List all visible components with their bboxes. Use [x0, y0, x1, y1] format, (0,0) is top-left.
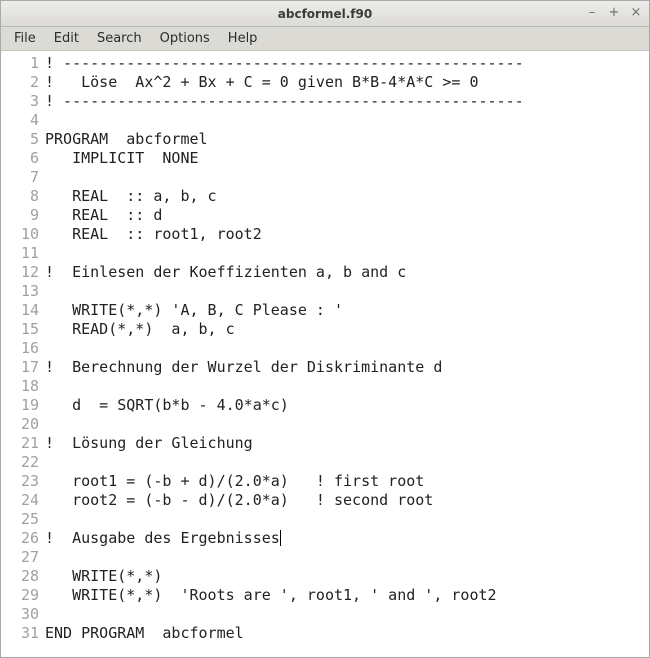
- line-number: 29: [1, 586, 39, 605]
- code-line[interactable]: [45, 111, 524, 130]
- menubar: File Edit Search Options Help: [1, 27, 649, 51]
- menu-search[interactable]: Search: [88, 28, 151, 49]
- line-number: 7: [1, 168, 39, 187]
- line-number: 18: [1, 377, 39, 396]
- minimize-icon[interactable]: –: [585, 5, 599, 19]
- line-number: 6: [1, 149, 39, 168]
- code-line[interactable]: [45, 548, 524, 567]
- code-line[interactable]: ! --------------------------------------…: [45, 54, 524, 73]
- code-line[interactable]: [45, 415, 524, 434]
- line-number: 19: [1, 396, 39, 415]
- maximize-icon[interactable]: +: [607, 5, 621, 19]
- line-number: 12: [1, 263, 39, 282]
- line-number: 14: [1, 301, 39, 320]
- code-line[interactable]: [45, 377, 524, 396]
- code-line[interactable]: REAL :: root1, root2: [45, 225, 524, 244]
- app-window: abcformel.f90 – + × File Edit Search Opt…: [0, 0, 650, 658]
- line-number: 24: [1, 491, 39, 510]
- code-line[interactable]: [45, 453, 524, 472]
- code-line[interactable]: ! Einlesen der Koeffizienten a, b and c: [45, 263, 524, 282]
- line-number: 5: [1, 130, 39, 149]
- code-line[interactable]: root2 = (-b - d)/(2.0*a) ! second root: [45, 491, 524, 510]
- line-number: 28: [1, 567, 39, 586]
- code-line[interactable]: [45, 244, 524, 263]
- line-number: 21: [1, 434, 39, 453]
- menu-options[interactable]: Options: [151, 28, 219, 49]
- code-line[interactable]: IMPLICIT NONE: [45, 149, 524, 168]
- line-number: 10: [1, 225, 39, 244]
- code-line[interactable]: REAL :: d: [45, 206, 524, 225]
- line-number-gutter: 1234567891011121314151617181920212223242…: [1, 54, 43, 657]
- line-number: 27: [1, 548, 39, 567]
- code-line[interactable]: ! Berechnung der Wurzel der Diskriminant…: [45, 358, 524, 377]
- line-number: 30: [1, 605, 39, 624]
- line-number: 26: [1, 529, 39, 548]
- line-number: 23: [1, 472, 39, 491]
- menu-edit[interactable]: Edit: [45, 28, 88, 49]
- code-line[interactable]: READ(*,*) a, b, c: [45, 320, 524, 339]
- code-line[interactable]: d = SQRT(b*b - 4.0*a*c): [45, 396, 524, 415]
- code-line[interactable]: WRITE(*,*) 'A, B, C Please : ': [45, 301, 524, 320]
- code-line[interactable]: PROGRAM abcformel: [45, 130, 524, 149]
- code-area[interactable]: ! --------------------------------------…: [43, 54, 524, 657]
- code-line[interactable]: REAL :: a, b, c: [45, 187, 524, 206]
- line-number: 3: [1, 92, 39, 111]
- line-number: 9: [1, 206, 39, 225]
- code-line[interactable]: [45, 339, 524, 358]
- line-number: 22: [1, 453, 39, 472]
- code-line[interactable]: ! Ausgabe des Ergebnisses: [45, 529, 524, 548]
- code-line[interactable]: [45, 168, 524, 187]
- line-number: 2: [1, 73, 39, 92]
- code-line[interactable]: root1 = (-b + d)/(2.0*a) ! first root: [45, 472, 524, 491]
- code-line[interactable]: [45, 510, 524, 529]
- code-line[interactable]: [45, 282, 524, 301]
- menu-file[interactable]: File: [5, 28, 45, 49]
- line-number: 31: [1, 624, 39, 643]
- window-title: abcformel.f90: [278, 7, 372, 21]
- line-number: 15: [1, 320, 39, 339]
- line-number: 4: [1, 111, 39, 130]
- text-cursor: [280, 530, 281, 546]
- code-line[interactable]: WRITE(*,*): [45, 567, 524, 586]
- line-number: 8: [1, 187, 39, 206]
- line-number: 20: [1, 415, 39, 434]
- code-line[interactable]: WRITE(*,*) 'Roots are ', root1, ' and ',…: [45, 586, 524, 605]
- titlebar[interactable]: abcformel.f90 – + ×: [1, 1, 649, 27]
- menu-help[interactable]: Help: [219, 28, 267, 49]
- line-number: 16: [1, 339, 39, 358]
- code-line[interactable]: ! Lösung der Gleichung: [45, 434, 524, 453]
- window-controls: – + ×: [585, 5, 643, 19]
- editor[interactable]: 1234567891011121314151617181920212223242…: [1, 52, 524, 657]
- code-line[interactable]: [45, 605, 524, 624]
- line-number: 25: [1, 510, 39, 529]
- code-line[interactable]: ! --------------------------------------…: [45, 92, 524, 111]
- close-icon[interactable]: ×: [629, 5, 643, 19]
- line-number: 17: [1, 358, 39, 377]
- code-line[interactable]: END PROGRAM abcformel: [45, 624, 524, 643]
- code-line[interactable]: ! Löse Ax^2 + Bx + C = 0 given B*B-4*A*C…: [45, 73, 524, 92]
- line-number: 1: [1, 54, 39, 73]
- editor-scroll[interactable]: 1234567891011121314151617181920212223242…: [1, 51, 649, 657]
- line-number: 13: [1, 282, 39, 301]
- line-number: 11: [1, 244, 39, 263]
